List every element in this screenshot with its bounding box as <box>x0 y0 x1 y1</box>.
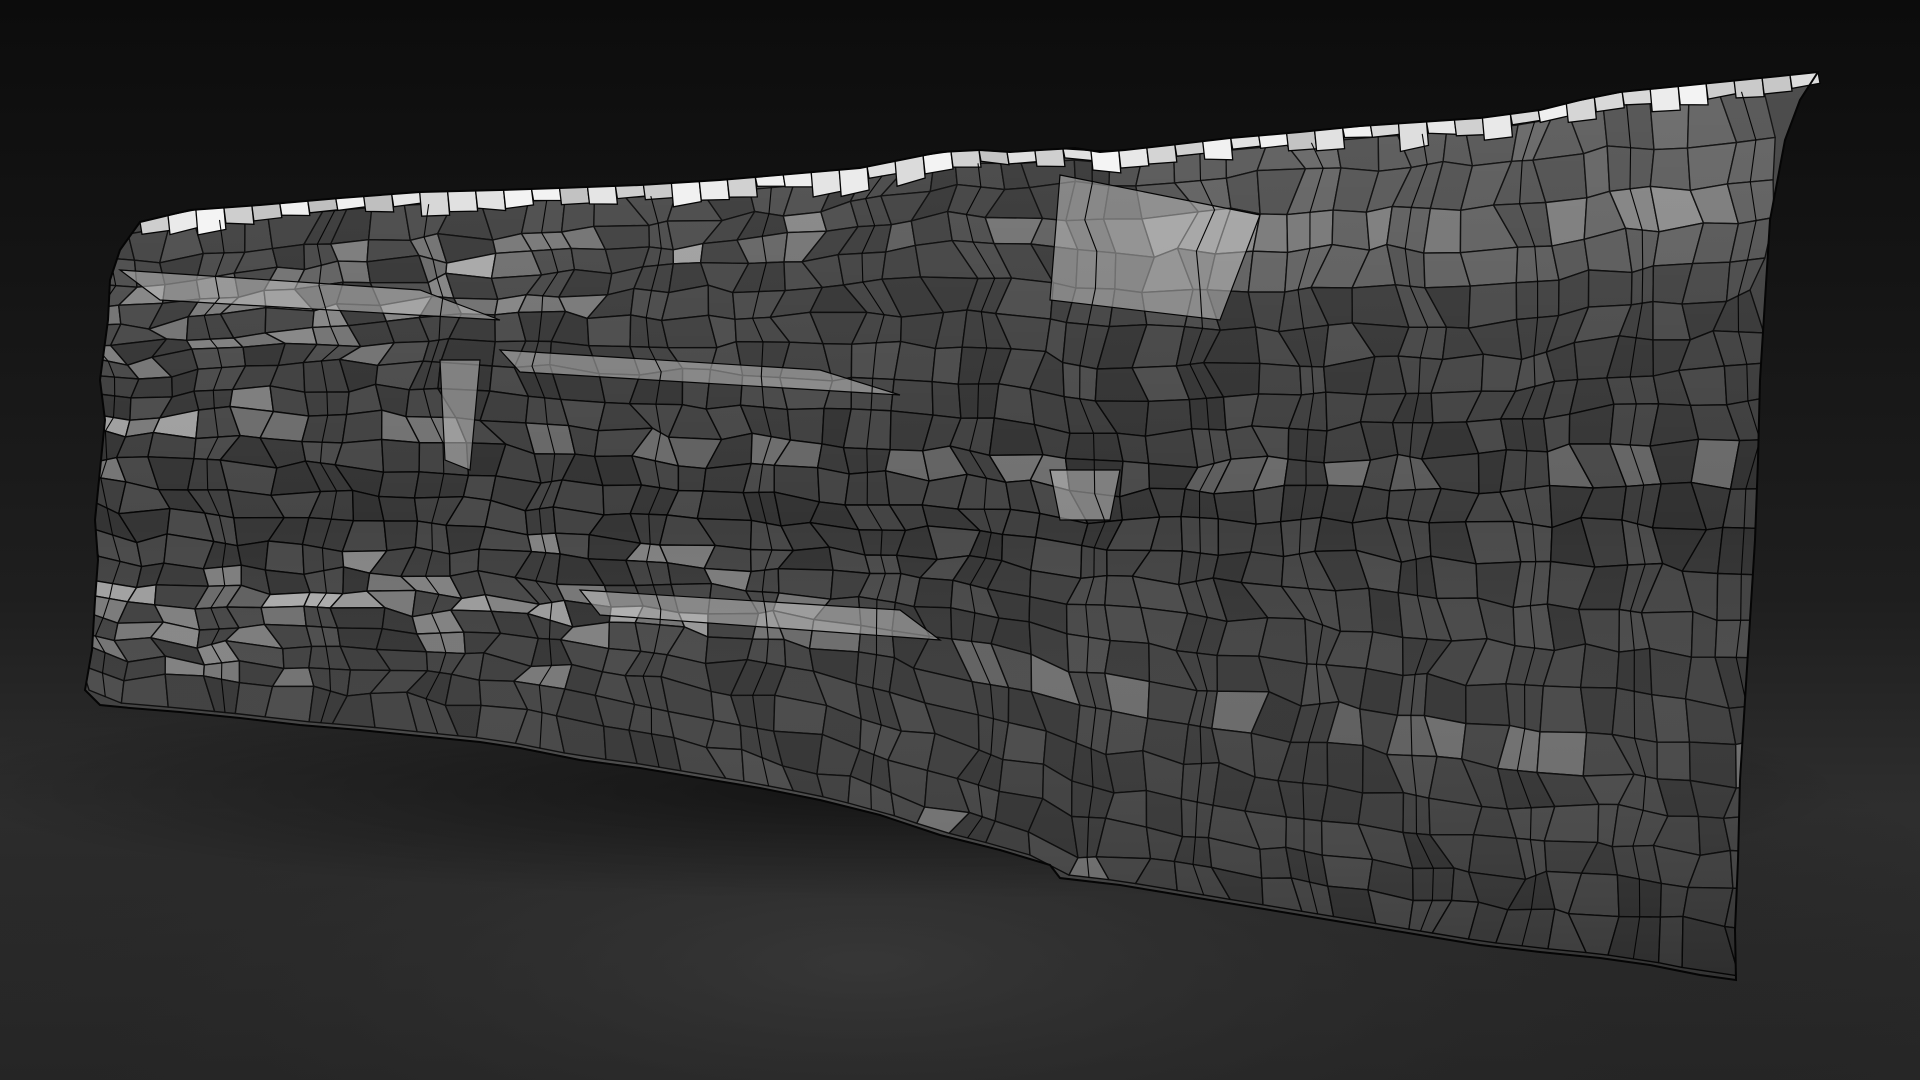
crest-face <box>726 176 759 198</box>
crest-face <box>1453 117 1486 137</box>
render-viewport <box>0 0 1920 1080</box>
crest-face <box>1649 85 1681 113</box>
crest-face <box>614 184 647 200</box>
crest-face <box>670 180 703 208</box>
crest-face <box>558 186 591 206</box>
crest-face <box>530 187 563 202</box>
crest-face <box>474 189 507 212</box>
crest-face <box>1313 126 1346 152</box>
ledge-highlight <box>1049 469 1121 521</box>
crest-face <box>223 204 255 225</box>
render-canvas <box>0 0 1920 1080</box>
crest-face <box>1034 148 1066 168</box>
crest-face <box>1090 149 1122 174</box>
crest-face <box>418 190 451 217</box>
crest-face <box>446 189 479 213</box>
crest-face <box>950 149 982 168</box>
crest-face <box>502 188 535 210</box>
crest-face <box>698 178 731 201</box>
crest-face <box>586 185 619 205</box>
